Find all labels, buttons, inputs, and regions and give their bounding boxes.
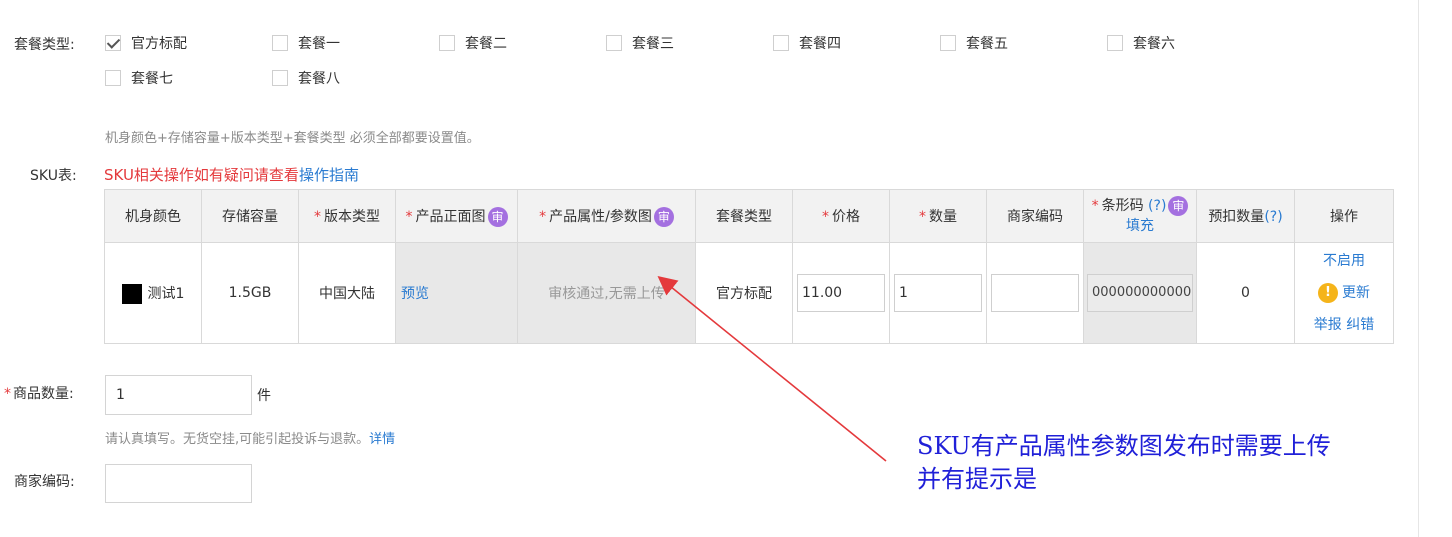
annotation-note: SKU有产品属性参数图发布时需要上传 并有提示是 (917, 430, 1331, 496)
annotation-line-1: SKU有产品属性参数图发布时需要上传 (917, 432, 1331, 460)
annotation-line-2: 并有提示是 (917, 465, 1037, 493)
